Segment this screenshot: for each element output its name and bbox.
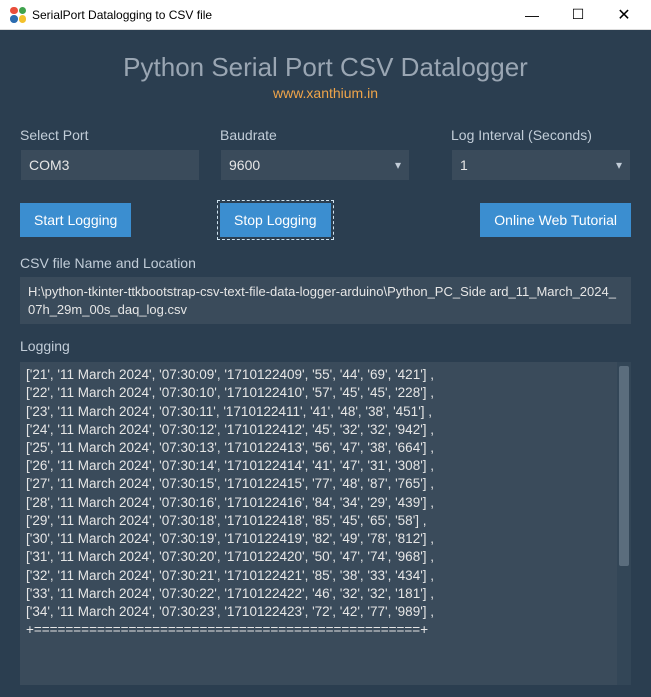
app-icon	[10, 7, 26, 23]
log-scrollbar[interactable]	[617, 362, 631, 685]
close-button[interactable]: ✕	[601, 0, 647, 30]
log-area[interactable]: ['21', '11 March 2024', '07:30:09', '171…	[20, 362, 617, 685]
baud-field: Baudrate 9600	[220, 127, 410, 181]
port-field: Select Port COM3	[20, 127, 200, 181]
start-logging-button[interactable]: Start Logging	[20, 203, 131, 237]
baud-label: Baudrate	[220, 127, 410, 143]
minimize-button[interactable]: ―	[509, 0, 555, 30]
interval-combo[interactable]: 1	[451, 149, 631, 181]
buttons-row: Start Logging Stop Logging Online Web Tu…	[20, 203, 631, 237]
app-body: Python Serial Port CSV Datalogger www.xa…	[0, 30, 651, 697]
logging-label: Logging	[20, 338, 631, 354]
titlebar: SerialPort Datalogging to CSV file ― ☐ ✕	[0, 0, 651, 30]
app-title: Python Serial Port CSV Datalogger	[20, 52, 631, 83]
csv-path-box[interactable]: H:\python-tkinter-ttkbootstrap-csv-text-…	[20, 277, 631, 324]
csv-label: CSV file Name and Location	[20, 255, 631, 271]
maximize-button[interactable]: ☐	[555, 0, 601, 30]
baud-combo[interactable]: 9600	[220, 149, 410, 181]
app-subtitle: www.xanthium.in	[20, 85, 631, 101]
port-input[interactable]: COM3	[20, 149, 200, 181]
log-area-wrap: ['21', '11 March 2024', '07:30:09', '171…	[20, 362, 631, 685]
port-label: Select Port	[20, 127, 200, 143]
scrollbar-thumb[interactable]	[619, 366, 629, 566]
window-controls: ― ☐ ✕	[509, 0, 647, 30]
interval-field: Log Interval (Seconds) 1	[451, 127, 631, 181]
tutorial-button[interactable]: Online Web Tutorial	[480, 203, 631, 237]
window-title: SerialPort Datalogging to CSV file	[32, 8, 509, 22]
controls-row: Select Port COM3 Baudrate 9600 Log Inter…	[20, 127, 631, 181]
interval-label: Log Interval (Seconds)	[451, 127, 631, 143]
stop-logging-button[interactable]: Stop Logging	[220, 203, 331, 237]
